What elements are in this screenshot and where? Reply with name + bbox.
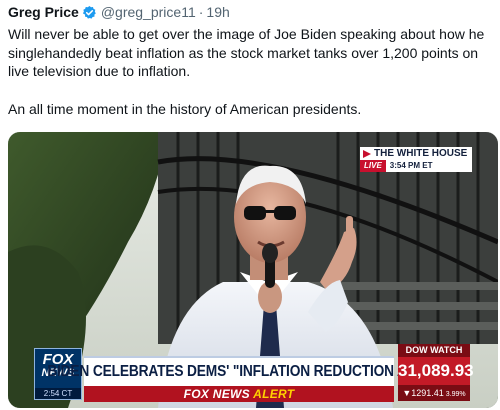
headline-bar: BIDEN CELEBRATES DEMS' "INFLATION REDUCT… xyxy=(47,356,431,386)
dow-value: 31,089.93 xyxy=(398,357,474,385)
dow-label: DOW WATCH xyxy=(398,344,470,357)
location-label: THE WHITE HOUSE xyxy=(374,148,468,159)
tweet-video[interactable]: THE WHITE HOUSE LIVE 3:54 PM ET FOX NEWS… xyxy=(8,132,498,408)
author-handle[interactable]: @greg_price11 xyxy=(101,4,196,20)
tweet-text: Will never be able to get over the image… xyxy=(8,25,498,118)
location-bug: THE WHITE HOUSE LIVE 3:54 PM ET xyxy=(360,147,472,173)
live-badge: LIVE xyxy=(360,160,386,172)
broadcast-time: 3:54 PM ET xyxy=(389,161,433,170)
tweet-header: Greg Price @greg_price11 · 19h xyxy=(8,3,230,21)
tweet-text-paragraph-2: An all time moment in the history of Ame… xyxy=(8,100,362,117)
logo-clock: 2:54 CT xyxy=(35,388,81,399)
news-chyron: FOX NEWS 2:54 CT BIDEN CELEBRATES DEMS' … xyxy=(8,344,498,408)
flag-icon xyxy=(363,150,371,158)
tweet-text-paragraph-1: Will never be able to get over the image… xyxy=(8,26,485,79)
dow-change: ▼1291.41 xyxy=(402,388,444,398)
alert-prefix: FOX NEWS xyxy=(183,387,254,401)
dow-ticker: DOW WATCH 31,089.93 ▼1291.41 3.99% xyxy=(398,344,474,406)
verified-badge-icon xyxy=(82,5,96,19)
separator-dot: · xyxy=(198,4,204,20)
tweet-timestamp[interactable]: 19h xyxy=(206,4,229,20)
alert-bar: FOX NEWS ALERT xyxy=(84,386,394,402)
dow-change-pct: 3.99% xyxy=(445,391,466,398)
chyron-headline: BIDEN CELEBRATES DEMS' "INFLATION REDUCT… xyxy=(47,363,431,380)
author-name[interactable]: Greg Price xyxy=(8,4,79,20)
alert-word: ALERT xyxy=(253,387,295,401)
